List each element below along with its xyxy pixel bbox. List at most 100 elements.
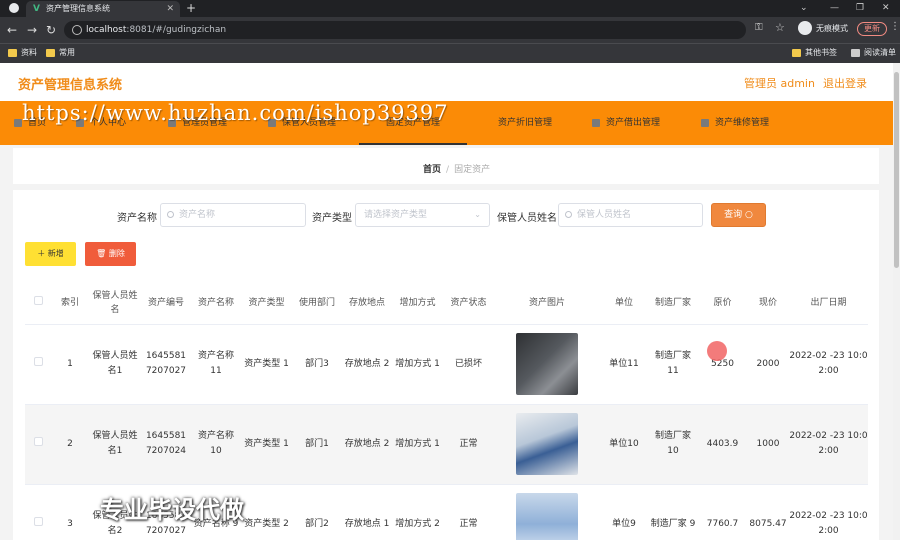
new-tab-icon[interactable]: + (186, 0, 196, 16)
keeper-name-label: 保管人员姓名 (497, 213, 557, 224)
window-close-icon[interactable]: ✕ (882, 0, 890, 17)
globe-icon (9, 3, 19, 13)
cell-dept: 部门2 (292, 484, 342, 540)
row-checkbox[interactable] (33, 516, 43, 526)
info-icon[interactable] (72, 25, 82, 35)
more-icon[interactable]: ⋮ (890, 21, 900, 32)
back-icon[interactable]: ← (7, 22, 17, 38)
cell-price: 7760.7 (698, 484, 747, 540)
close-icon[interactable]: ✕ (166, 1, 174, 17)
row-select-cell[interactable] (25, 404, 51, 485)
watermark-text: https://www.huzhan.com/ishop39397 (22, 101, 449, 125)
nav-item-lending[interactable]: 资产借出管理 (592, 101, 660, 145)
column-header: 增加方式 (392, 282, 443, 325)
select-all-checkbox[interactable] (33, 295, 43, 305)
cell-image (494, 484, 600, 540)
forward-icon[interactable]: → (27, 22, 37, 38)
folder-icon (8, 49, 17, 57)
row-select-cell[interactable] (25, 484, 51, 540)
menu-icon (592, 119, 600, 127)
tab-title: 资产管理信息系统 (46, 4, 110, 13)
asset-name-label: 资产名称 (117, 213, 157, 224)
column-header: 索引 (51, 282, 89, 325)
cell-date: 2022-02 -23 10:0 2:00 (789, 484, 868, 540)
cell-method: 增加方式 1 (392, 404, 443, 485)
cell-unit: 单位10 (600, 404, 648, 485)
reload-icon[interactable]: ↻ (46, 22, 56, 38)
breadcrumb-card: 首页 / 固定资产 (13, 148, 879, 184)
table-header-row: 索引 保管人员姓名 资产编号 资产名称 资产类型 使用部门 存放地点 增加方式 … (25, 282, 868, 325)
cell-current: 2000 (747, 324, 789, 405)
nav-item-repair[interactable]: 资产维修管理 (701, 101, 769, 145)
column-header: 保管人员姓名 (89, 282, 141, 325)
cell-location: 存放地点 1 (342, 484, 392, 540)
row-checkbox[interactable] (33, 356, 43, 366)
menu-icon (14, 119, 22, 127)
column-header: 资产编号 (141, 282, 191, 325)
asset-image[interactable] (516, 413, 578, 475)
keeper-name-input[interactable]: 保管人员姓名 (558, 203, 703, 227)
minimize-icon[interactable]: — (830, 0, 839, 17)
incognito-icon[interactable] (798, 21, 812, 35)
url-field[interactable]: localhost:8081/#/gudingzichan (64, 21, 746, 39)
asset-image[interactable] (516, 333, 578, 395)
query-button[interactable]: 查询 ○ (711, 203, 766, 227)
incognito-label: 无痕模式 (816, 24, 848, 33)
folder-icon (46, 49, 55, 57)
cell-index: 3 (51, 484, 89, 540)
column-header: 制造厂家 (648, 282, 698, 325)
browser-tab-bar: V 资产管理信息系统 ✕ + ⌄ — ❐ ✕ (0, 0, 900, 17)
cell-date: 2022-02 -23 10:0 2:00 (789, 404, 868, 485)
table-row[interactable]: 2 保管人员姓名1 1645581 7207024 资产名称 10 资产类型 1… (25, 404, 868, 485)
select-all-cell[interactable] (25, 282, 51, 325)
url-host: localhost (86, 25, 127, 35)
cell-current: 8075.47 (747, 484, 789, 540)
table-row[interactable]: 1 保管人员姓名1 1645581 7207027 资产名称 11 资产类型 1… (25, 324, 868, 405)
cell-code: 1645581 7207027 (141, 324, 191, 405)
cell-index: 1 (51, 324, 89, 405)
update-button[interactable]: 更新 (857, 22, 887, 36)
address-bar: ← → ↻ localhost:8081/#/gudingzichan (0, 17, 900, 43)
add-button[interactable]: ＋ 新增 (25, 242, 76, 266)
bookmark-folder[interactable]: 常用 (46, 46, 75, 60)
reading-list-icon (851, 49, 860, 57)
cell-date: 2022-02 -23 10:0 2:00 (789, 324, 868, 405)
vue-logo-icon: V (33, 4, 40, 14)
url-path: :8081/#/gudingzichan (126, 25, 227, 35)
delete-button[interactable]: 🗑 删除 (85, 242, 136, 266)
cell-image (494, 324, 600, 405)
scroll-thumb[interactable] (894, 72, 899, 268)
breadcrumb-separator: / (446, 165, 450, 175)
search-icon: ○ (745, 210, 753, 220)
asset-image[interactable] (516, 493, 578, 540)
cell-keeper: 保管人员姓名1 (89, 324, 141, 405)
reading-list[interactable]: 阅读清单 (851, 46, 896, 60)
chevron-down-icon[interactable]: ⌄ (800, 0, 808, 17)
star-icon[interactable]: ☆ (775, 21, 785, 34)
row-select-cell[interactable] (25, 324, 51, 405)
cell-maker: 制造厂家 9 (648, 484, 698, 540)
asset-type-select[interactable]: 请选择资产类型 ⌄ (355, 203, 490, 227)
column-header: 出厂日期 (789, 282, 868, 325)
key-icon[interactable]: ⚿ (755, 22, 763, 33)
row-checkbox[interactable] (33, 436, 43, 446)
column-header: 单位 (600, 282, 648, 325)
cell-keeper: 保管人员姓名1 (89, 404, 141, 485)
nav-item-depreciation[interactable]: 资产折旧管理 (484, 101, 552, 145)
plus-icon: ＋ (37, 249, 46, 258)
bookmark-folder[interactable]: 资料 (8, 46, 37, 60)
asset-type-label: 资产类型 (312, 213, 352, 224)
bookmark-folder[interactable]: 其他书签 (792, 46, 837, 60)
browser-tab[interactable]: V 资产管理信息系统 ✕ (26, 1, 180, 17)
cell-index: 2 (51, 404, 89, 485)
cursor-indicator (707, 341, 727, 361)
search-icon (167, 211, 174, 218)
asset-name-input[interactable]: 资产名称 (160, 203, 306, 227)
restore-icon[interactable]: ❐ (856, 0, 864, 17)
logout-link[interactable]: 退出登录 (823, 75, 867, 91)
admin-link[interactable]: 管理员 admin (744, 75, 815, 91)
breadcrumb-home[interactable]: 首页 (423, 165, 441, 175)
breadcrumb: 首页 / 固定资产 (423, 162, 490, 175)
cell-unit: 单位9 (600, 484, 648, 540)
column-header: 现价 (747, 282, 789, 325)
